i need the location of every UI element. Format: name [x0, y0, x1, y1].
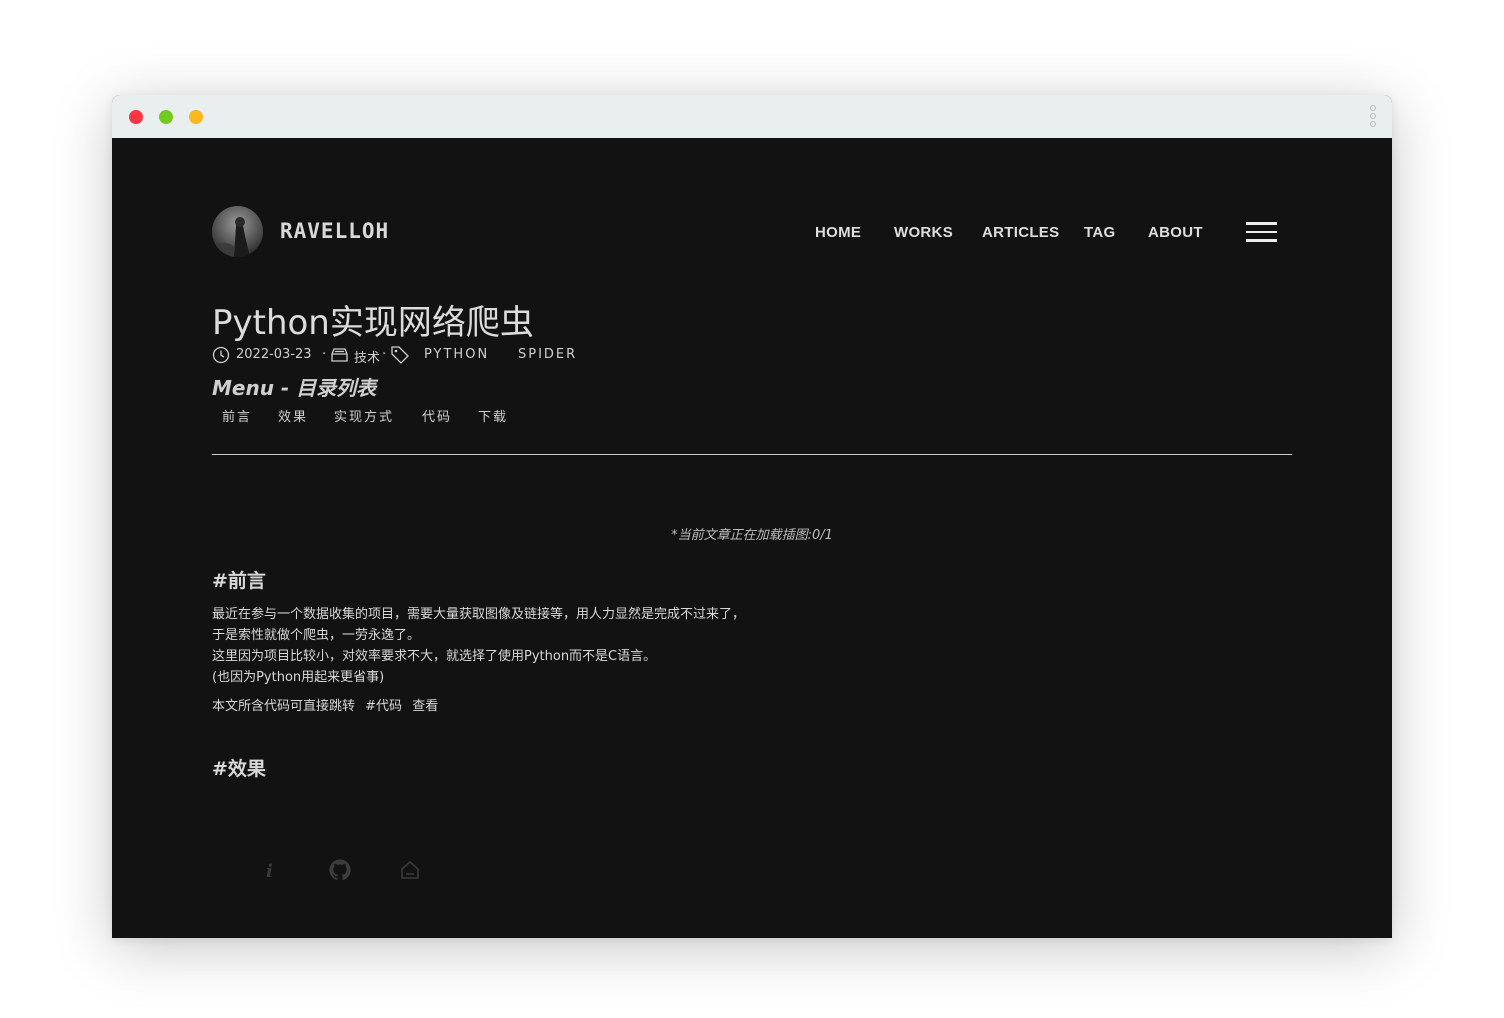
paragraph-line: 这里因为项目比较小，对效率要求不大，就选择了使用Python而不是C语言。 — [212, 649, 657, 664]
meta-separator: · — [322, 347, 327, 362]
browser-window: RAVELLOH HOME WORKS ARTICLES TAG ABOUT P… — [112, 95, 1392, 938]
toc-item-effect[interactable]: 效果 — [278, 406, 308, 425]
svg-text:i: i — [266, 861, 273, 882]
minimize-window-button[interactable] — [159, 110, 173, 124]
nav-about[interactable]: ABOUT — [1148, 224, 1203, 241]
blog-page: RAVELLOH HOME WORKS ARTICLES TAG ABOUT P… — [112, 138, 1392, 938]
hamburger-menu-icon[interactable] — [1246, 222, 1277, 242]
close-window-button[interactable] — [129, 110, 143, 124]
image-loading-status: *当前文章正在加载插图:0/1 — [671, 528, 833, 543]
tag-python[interactable]: PYTHON — [424, 347, 489, 362]
toc-item-download[interactable]: 下载 — [478, 406, 508, 425]
jump-text: 本文所含代码可直接跳转 — [212, 699, 356, 714]
maximize-window-button[interactable] — [189, 110, 203, 124]
section-heading-preface: #前言 — [212, 570, 266, 592]
nav-articles[interactable]: ARTICLES — [982, 224, 1059, 241]
paragraph-line: (也因为Python用起来更省事) — [212, 670, 385, 685]
jump-view-link[interactable]: 查看 — [412, 699, 438, 714]
toc-item-preface[interactable]: 前言 — [222, 406, 252, 425]
category-icon — [330, 346, 349, 368]
post-title: Python实现网络爬虫 — [212, 303, 534, 343]
site-brand[interactable]: RAVELLOH — [280, 219, 389, 245]
info-icon[interactable]: i — [258, 858, 282, 882]
tag-spider[interactable]: SPIDER — [518, 347, 577, 362]
post-date: 2022-03-23 — [236, 347, 312, 362]
section-heading-effect: #效果 — [212, 758, 266, 780]
window-titlebar — [112, 95, 1392, 138]
code-jump-line: 本文所含代码可直接跳转 #代码 查看 — [212, 695, 438, 714]
home-icon[interactable] — [398, 858, 422, 882]
nav-works[interactable]: WORKS — [894, 224, 953, 241]
divider — [212, 454, 1292, 455]
more-options-icon[interactable] — [1370, 105, 1378, 129]
post-category[interactable]: 技术 — [354, 347, 380, 366]
clock-icon — [212, 346, 230, 368]
toc-item-code[interactable]: 代码 — [422, 406, 452, 425]
jump-code-link[interactable]: #代码 — [365, 699, 402, 714]
preface-paragraph: 最近在参与一个数据收集的项目，需要大量获取图像及链接等，用人力显然是完成不过来了… — [212, 604, 745, 688]
avatar[interactable] — [212, 206, 263, 257]
meta-separator: · — [382, 347, 387, 362]
nav-tag[interactable]: TAG — [1084, 224, 1115, 241]
toc-item-implementation[interactable]: 实现方式 — [334, 406, 394, 425]
toc-title: Menu - 目录列表 — [212, 376, 377, 400]
github-icon[interactable] — [328, 858, 352, 882]
paragraph-line: 最近在参与一个数据收集的项目，需要大量获取图像及链接等，用人力显然是完成不过来了… — [212, 607, 746, 622]
nav-home[interactable]: HOME — [815, 224, 861, 241]
tag-icon — [390, 345, 410, 368]
paragraph-line: 于是索性就做个爬虫，一劳永逸了。 — [212, 628, 421, 643]
